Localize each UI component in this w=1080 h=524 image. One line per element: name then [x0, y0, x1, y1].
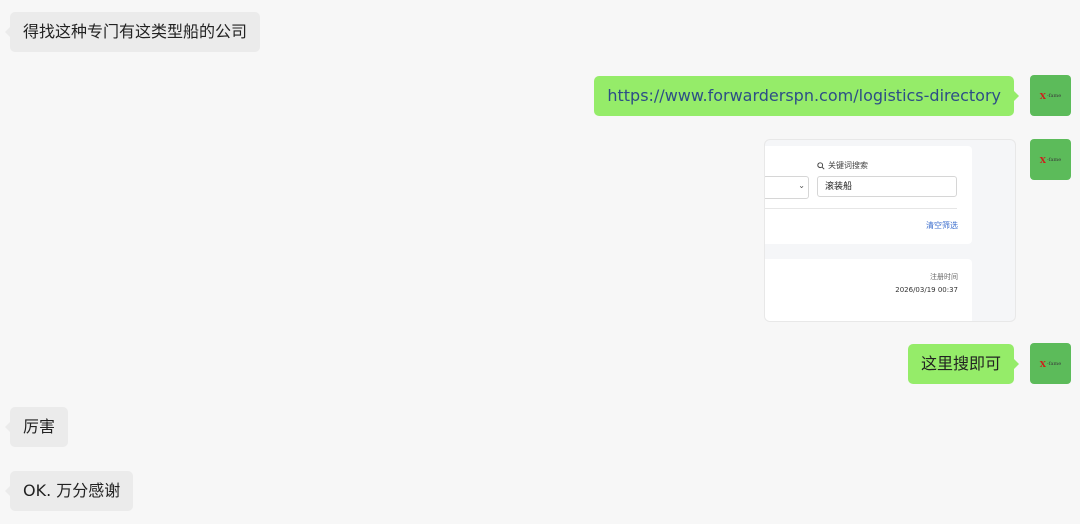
avatar-logo-suffix: -fame [1046, 156, 1062, 163]
register-time-value: 2026/03/19 00:37 [895, 286, 958, 294]
avatar-logo-suffix: -fame [1046, 92, 1062, 99]
message-bubble-outgoing[interactable]: 这里搜即可 [907, 344, 1020, 384]
message-bubble-incoming[interactable]: 厉害 [4, 407, 69, 447]
avatar-logo-text: X [1039, 154, 1046, 165]
avatar[interactable]: X -fame [1030, 343, 1071, 384]
message-image[interactable]: 关键词搜索 ⌄ 滚装船 清空筛选 注册时间 2026/03/19 00:37 [764, 139, 1016, 322]
search-label: 关键词搜索 [817, 160, 868, 171]
avatar-logo-text: X [1039, 358, 1046, 369]
message-bubble-link[interactable]: https://www.forwarderspn.com/logistics-d… [594, 76, 1019, 116]
message-bubble-incoming[interactable]: 得找这种专门有这类型船的公司 [4, 12, 261, 52]
chevron-down-icon: ⌄ [798, 181, 805, 190]
keyword-search-input[interactable]: 滚装船 [817, 176, 957, 197]
divider [765, 208, 957, 209]
avatar-logo-text: X [1039, 90, 1046, 101]
clear-filter-link[interactable]: 清空筛选 [926, 220, 958, 231]
message-bubble-incoming[interactable]: OK. 万分感谢 [4, 471, 134, 511]
avatar-logo-suffix: -fame [1046, 360, 1062, 367]
search-icon [817, 161, 825, 170]
result-panel: 注册时间 2026/03/19 00:37 [765, 259, 972, 321]
search-label-text: 关键词搜索 [828, 161, 868, 170]
filter-panel: 关键词搜索 ⌄ 滚装船 清空筛选 [765, 146, 972, 244]
avatar[interactable]: X -fame [1030, 75, 1071, 116]
register-time-label: 注册时间 [930, 273, 958, 281]
avatar[interactable]: X -fame [1030, 139, 1071, 180]
category-select[interactable]: ⌄ [765, 176, 809, 199]
